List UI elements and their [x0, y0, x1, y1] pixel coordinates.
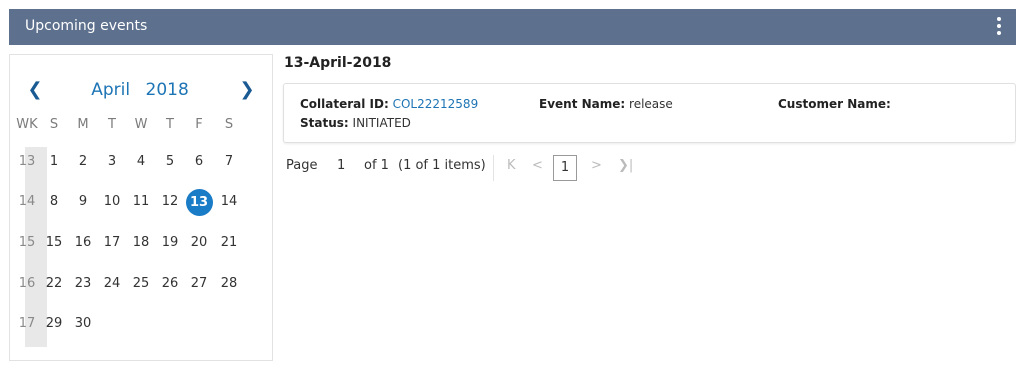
pager-items-label: (1 of 1 items): [398, 158, 486, 173]
calendar-day[interactable]: 18: [129, 233, 153, 253]
calendar-day[interactable]: 17: [100, 233, 124, 253]
calendar-day[interactable]: 14: [217, 192, 241, 212]
calendar-day[interactable]: 4: [129, 152, 153, 172]
calendar-day[interactable]: 7: [217, 152, 241, 172]
calendar-day[interactable]: 8: [42, 192, 66, 212]
pager-current-page[interactable]: 1: [553, 155, 577, 181]
next-page-icon[interactable]: >: [591, 158, 602, 173]
calendar-day[interactable]: 19: [158, 233, 182, 253]
status-value: INITIATED: [352, 116, 411, 130]
panel-title: Upcoming events: [25, 18, 148, 34]
week-label: WK: [16, 117, 38, 132]
calendar-day[interactable]: 5: [158, 152, 182, 172]
calendar-title: April 2018: [70, 79, 210, 101]
event-name-label: Event Name:: [539, 97, 626, 111]
event-card: Collateral ID: COL22212589 Event Name: r…: [283, 83, 1016, 143]
upcoming-events-panel: Upcoming events ❮ April 2018 ❯ WK S M T W T F S…: [9, 9, 1016, 368]
weekday-header: F: [195, 117, 203, 132]
calendar-day[interactable]: 28: [217, 274, 241, 294]
calendar-day[interactable]: 1: [42, 152, 66, 172]
collateral-id-label: Collateral ID:: [300, 97, 389, 111]
calendar-day-selected[interactable]: 13: [185, 188, 213, 216]
calendar-year[interactable]: 2018: [146, 80, 189, 100]
calendar-day[interactable]: 15: [42, 233, 66, 253]
weekday-header: M: [77, 117, 89, 132]
calendar-day[interactable]: 16: [71, 233, 95, 253]
calendar-day[interactable]: 24: [100, 274, 124, 294]
week-number: 14: [18, 194, 36, 209]
calendar-day[interactable]: 6: [187, 152, 211, 172]
calendar-day[interactable]: 27: [187, 274, 211, 294]
event-name-field: Event Name: release: [539, 97, 673, 111]
calendar-day[interactable]: 21: [217, 233, 241, 253]
calendar-day[interactable]: 2: [71, 152, 95, 172]
weekday-header: T: [166, 117, 174, 132]
week-number: 15: [18, 235, 36, 250]
calendar-day[interactable]: 23: [71, 274, 95, 294]
chevron-left-icon[interactable]: ❮: [26, 79, 44, 101]
calendar-day[interactable]: 3: [100, 152, 124, 172]
calendar-day[interactable]: 9: [71, 192, 95, 212]
calendar-day[interactable]: 20: [187, 233, 211, 253]
status-label: Status:: [300, 116, 349, 130]
chevron-right-icon[interactable]: ❯: [238, 79, 256, 101]
calendar: ❮ April 2018 ❯ WK S M T W T F S 13 1 2 3 4 5 6 7 14 8 9 10 1…: [9, 54, 273, 361]
selected-date-heading: 13-April-2018: [284, 55, 392, 71]
week-number: 16: [18, 276, 36, 291]
calendar-day[interactable]: 30: [71, 314, 95, 334]
last-page-icon[interactable]: ❯|: [618, 158, 633, 173]
panel-header: Upcoming events: [9, 9, 1016, 45]
calendar-day[interactable]: 12: [158, 192, 182, 212]
calendar-day[interactable]: 22: [42, 274, 66, 294]
customer-name-field: Customer Name:: [778, 97, 891, 111]
calendar-day[interactable]: 29: [42, 314, 66, 334]
calendar-day[interactable]: 11: [129, 192, 153, 212]
weekday-header: T: [108, 117, 116, 132]
collateral-id-link[interactable]: COL22212589: [393, 97, 479, 111]
prev-page-icon[interactable]: <: [532, 158, 543, 173]
status-field: Status: INITIATED: [300, 116, 411, 130]
pager-page-input[interactable]: 1: [337, 158, 345, 173]
pager-of-label: of 1: [364, 158, 389, 173]
calendar-month[interactable]: April: [91, 80, 130, 100]
customer-name-label: Customer Name:: [778, 97, 891, 111]
first-page-icon[interactable]: 𝖪: [507, 158, 516, 173]
week-number: 17: [18, 316, 36, 331]
calendar-day[interactable]: 25: [129, 274, 153, 294]
kebab-menu-icon[interactable]: [995, 17, 1003, 39]
collateral-id-field: Collateral ID: COL22212589: [300, 97, 478, 111]
event-name-value: release: [629, 97, 673, 111]
calendar-day[interactable]: 10: [100, 192, 124, 212]
weekday-header: S: [49, 117, 59, 132]
pager-divider: [493, 155, 494, 181]
week-number: 13: [18, 154, 36, 169]
calendar-day[interactable]: 26: [158, 274, 182, 294]
weekday-header: W: [134, 117, 148, 132]
pager-page-label: Page: [286, 158, 318, 173]
weekday-header: S: [224, 117, 234, 132]
